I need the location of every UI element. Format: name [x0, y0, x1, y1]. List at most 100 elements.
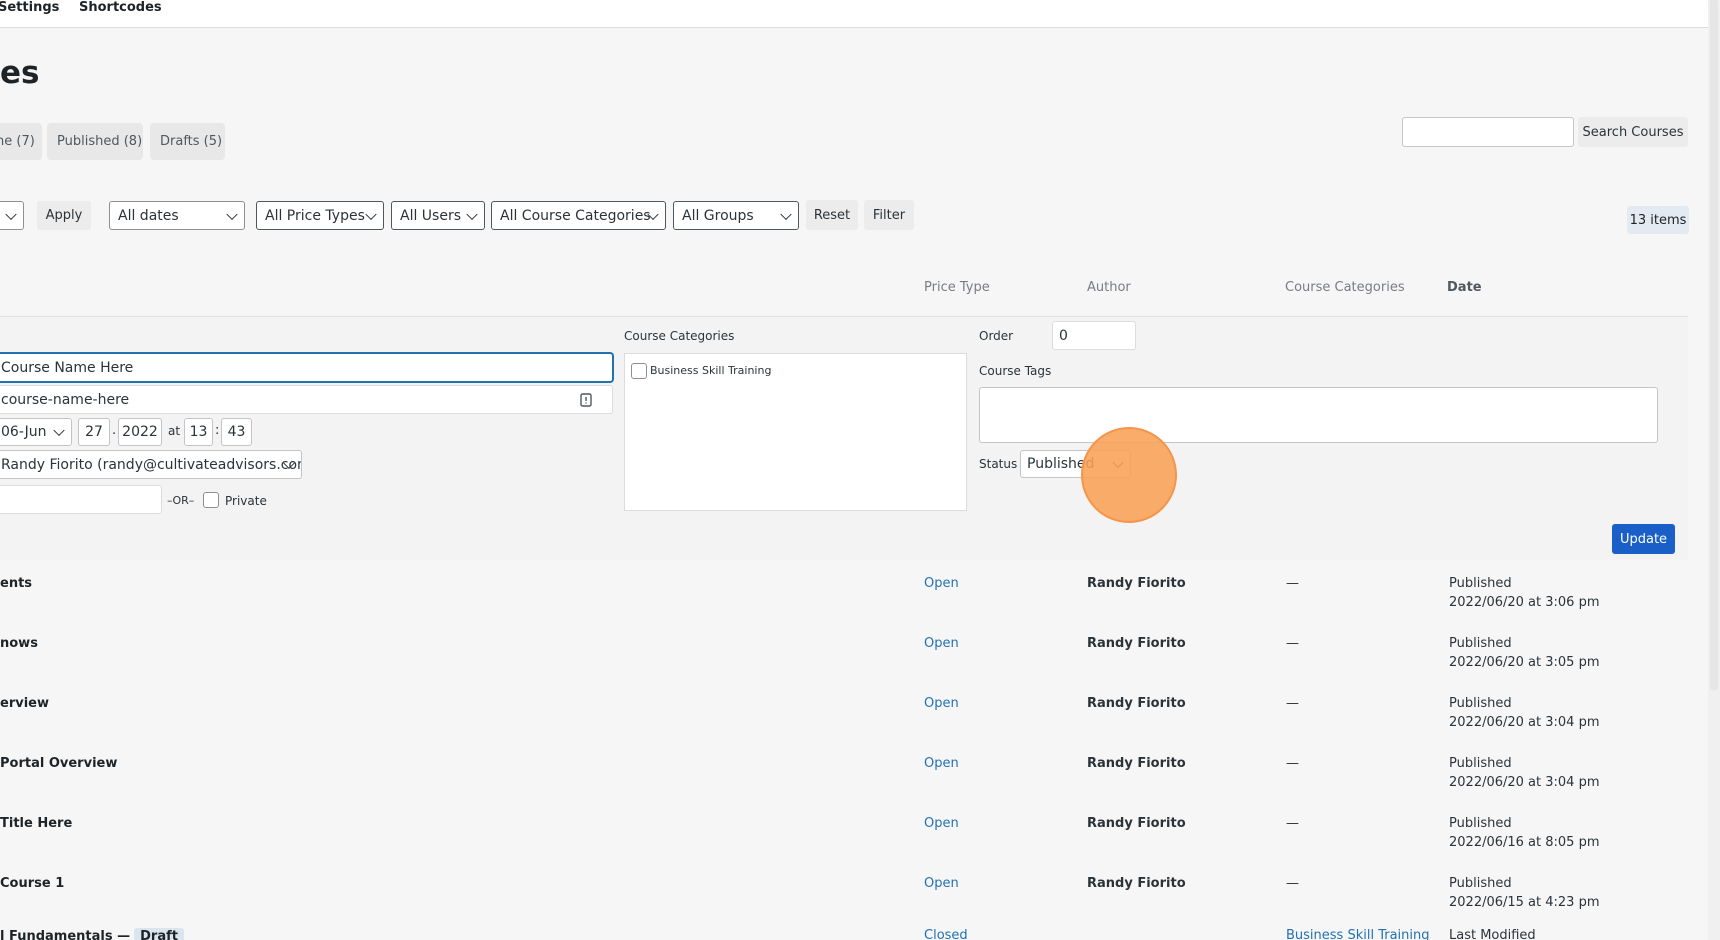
course-title[interactable]: Portal Overview	[0, 756, 117, 771]
date-status: Published	[1449, 756, 1512, 771]
course-title[interactable]: ents	[0, 576, 32, 591]
author-name[interactable]: Randy Fiorito	[1087, 696, 1186, 711]
author-select[interactable]: Randy Fiorito (randy@cultivateadvisors.c…	[0, 450, 302, 479]
course-tags-textarea[interactable]	[979, 387, 1658, 443]
category-checkbox-business-skill-training[interactable]	[631, 363, 647, 379]
items-count: 13 items	[1627, 206, 1689, 234]
table-row: l Fundamentals — Draft Closed Business Sk…	[0, 920, 1688, 940]
date-month-value: 06-Jun	[1, 424, 47, 440]
author-name[interactable]: Randy Fiorito	[1087, 756, 1186, 771]
bulk-actions-select[interactable]	[0, 201, 24, 230]
or-label: –OR–	[167, 494, 195, 507]
course-categories: —	[1286, 816, 1299, 831]
date-month-select[interactable]: 06-Jun	[0, 418, 72, 446]
course-categories-link[interactable]: Business Skill Training	[1286, 928, 1430, 940]
column-price-type[interactable]: Price Type	[924, 280, 990, 295]
filter-drafts[interactable]: Drafts (5)	[150, 123, 225, 160]
price-type[interactable]: Open	[924, 756, 959, 771]
dates-select[interactable]: All dates	[109, 201, 245, 230]
chevron-down-icon	[466, 208, 478, 220]
date-year-input[interactable]: 2022	[118, 418, 162, 446]
author-name[interactable]: Randy Fiorito	[1087, 876, 1186, 891]
course-title[interactable]: nows	[0, 636, 38, 651]
date-day-input[interactable]: 27	[78, 418, 110, 446]
search-input[interactable]	[1402, 117, 1574, 147]
update-button[interactable]: Update	[1612, 524, 1675, 554]
categories-checklist: Business Skill Training	[624, 353, 967, 511]
at-label: at	[168, 424, 181, 438]
date-status: Published	[1449, 696, 1512, 711]
hour-input[interactable]: 13	[184, 418, 213, 446]
reset-button[interactable]: Reset	[806, 200, 858, 230]
slug-input[interactable]: course-name-here	[0, 385, 613, 414]
course-title[interactable]: erview	[0, 696, 49, 711]
date-value: 2022/06/16 at 8:05 pm	[1449, 835, 1600, 850]
filter-published[interactable]: Published (8)	[47, 123, 143, 160]
status-label: Status	[979, 457, 1018, 471]
click-highlight-cursor	[1081, 427, 1177, 523]
date-value: 2022/06/20 at 3:05 pm	[1449, 655, 1600, 670]
minute-input[interactable]: 43	[221, 418, 252, 446]
price-type[interactable]: Open	[924, 636, 959, 651]
course-title[interactable]: Course 1	[0, 876, 64, 891]
price-types-select[interactable]: All Price Types	[256, 201, 384, 230]
tab-settings[interactable]: Settings	[0, 0, 59, 15]
category-label-business-skill-training: Business Skill Training	[650, 364, 772, 377]
price-type[interactable]: Open	[924, 816, 959, 831]
date-status: Published	[1449, 636, 1512, 651]
password-input[interactable]	[0, 485, 162, 514]
chevron-down-icon	[780, 208, 792, 220]
table-row: Course 1 Open Randy Fiorito — Published …	[0, 867, 1688, 927]
slug-input-value: course-name-here	[1, 391, 130, 408]
quick-edit-panel: Course Name Here course-name-here 06-Jun…	[0, 316, 1688, 560]
search-courses-button[interactable]: Search Courses	[1578, 117, 1688, 147]
course-categories: —	[1286, 876, 1299, 891]
course-title[interactable]: l Fundamentals — Draft	[0, 928, 184, 940]
course-categories: —	[1286, 636, 1299, 651]
date-value: 2022/06/20 at 3:06 pm	[1449, 595, 1600, 610]
column-course-categories: Course Categories	[1285, 280, 1405, 295]
course-title[interactable]: Title Here	[0, 816, 72, 831]
author-select-value: Randy Fiorito (randy@cultivateadvisors.c…	[1, 456, 302, 473]
course-categories: —	[1286, 576, 1299, 591]
date-status: Published	[1449, 576, 1512, 591]
users-select[interactable]: All Users	[391, 201, 485, 230]
price-type[interactable]: Closed	[924, 928, 968, 940]
course-categories-select[interactable]: All Course Categories	[491, 201, 666, 230]
author-name[interactable]: Randy Fiorito	[1087, 576, 1186, 591]
price-type[interactable]: Open	[924, 696, 959, 711]
title-input[interactable]: Course Name Here	[0, 353, 613, 382]
table-row: Portal Overview Open Randy Fiorito — Pub…	[0, 747, 1688, 807]
chevron-down-icon	[226, 208, 238, 220]
table-row: nows Open Randy Fiorito — Published 2022…	[0, 627, 1688, 687]
apply-button[interactable]: Apply	[37, 201, 91, 230]
author-name[interactable]: Randy Fiorito	[1087, 816, 1186, 831]
chevron-down-icon	[5, 208, 17, 220]
order-input[interactable]: 0	[1052, 321, 1136, 350]
table-row: ents Open Randy Fiorito — Published 2022…	[0, 567, 1688, 627]
column-date[interactable]: Date	[1447, 280, 1482, 295]
course-categories: —	[1286, 696, 1299, 711]
draft-badge: Draft	[134, 928, 184, 940]
filter-all[interactable]: ne (7)	[0, 123, 42, 160]
time-separator: :	[215, 423, 220, 438]
price-type[interactable]: Open	[924, 876, 959, 891]
date-status: Published	[1449, 876, 1512, 891]
column-author[interactable]: Author	[1087, 280, 1131, 295]
private-label: Private	[225, 494, 267, 508]
author-name[interactable]: Randy Fiorito	[1087, 636, 1186, 651]
course-categories: —	[1286, 756, 1299, 771]
categories-label: Course Categories	[624, 329, 735, 343]
page-title: es	[0, 55, 40, 91]
scrollbar-thumb[interactable]	[1710, 0, 1718, 690]
date-status: Published	[1449, 816, 1512, 831]
clipboard-icon	[580, 393, 592, 407]
filter-button[interactable]: Filter	[864, 200, 914, 230]
price-type[interactable]: Open	[924, 576, 959, 591]
date-status: Last Modified	[1449, 928, 1536, 940]
scrollbar-track[interactable]	[1708, 0, 1720, 940]
private-checkbox[interactable]	[203, 492, 219, 508]
groups-select-value: All Groups	[682, 207, 754, 224]
tab-shortcodes[interactable]: Shortcodes	[79, 0, 162, 15]
groups-select[interactable]: All Groups	[673, 201, 799, 230]
